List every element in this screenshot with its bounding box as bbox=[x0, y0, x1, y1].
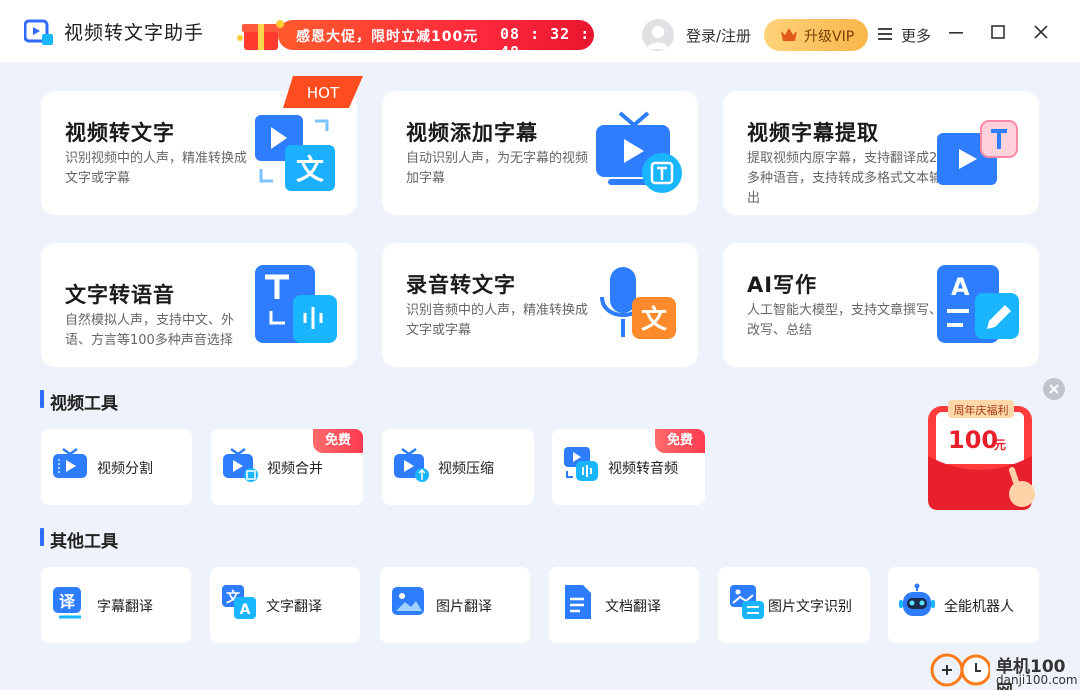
gift-icon bbox=[237, 20, 284, 50]
tool-image-translate[interactable]: 图片翻译 bbox=[380, 567, 530, 643]
title-bar: 视频转文字助手 感恩大促，限时立减100元 08 : 32 : 48 登录/注册… bbox=[0, 0, 1080, 62]
promo-banner[interactable]: 感恩大促，限时立减100元 08 : 32 : 48 bbox=[230, 12, 596, 61]
card-ai-writing[interactable]: AI写作 人工智能大模型，支持文章撰写、改写、总结 A bbox=[723, 243, 1039, 367]
avatar[interactable] bbox=[642, 19, 674, 51]
card-desc: 识别音频中的人声，精准转换成文字或字幕 bbox=[406, 303, 589, 338]
tool-video-split[interactable]: 视频分割 bbox=[41, 429, 192, 505]
user-icon bbox=[647, 26, 669, 49]
svg-text:文: 文 bbox=[641, 304, 668, 335]
watermark-url: danji100.com bbox=[996, 673, 1078, 687]
app-title: 视频转文字助手 bbox=[64, 22, 205, 44]
tool-text-translate[interactable]: 文 A 文字翻译 bbox=[210, 567, 360, 643]
card-desc: 自然模拟人声，支持中文、外语、方言等100多种声音选择 bbox=[65, 313, 235, 348]
robot-icon bbox=[899, 583, 935, 616]
tool-label: 图片文字识别 bbox=[768, 599, 852, 615]
menu-icon[interactable] bbox=[878, 28, 892, 40]
card-add-subtitles[interactable]: 视频添加字幕 自动识别人声，为无字幕的视频加字幕 bbox=[382, 91, 698, 215]
free-badge: 免费 bbox=[313, 429, 363, 453]
hot-tag: HOT bbox=[283, 76, 363, 108]
close-icon[interactable] bbox=[1031, 22, 1051, 42]
tool-video-merge[interactable]: 视频合并 免费 bbox=[211, 429, 363, 505]
tool-video-compress[interactable]: 视频压缩 bbox=[382, 429, 534, 505]
tool-label: 文字翻译 bbox=[266, 599, 322, 615]
app-logo-icon bbox=[24, 19, 53, 45]
tool-all-in-one-robot[interactable]: 全能机器人 bbox=[888, 567, 1039, 643]
svg-text:A: A bbox=[951, 273, 970, 301]
vip-label: 升级VIP bbox=[804, 29, 855, 45]
tool-label: 视频分割 bbox=[97, 461, 153, 477]
video-split-icon bbox=[53, 447, 87, 478]
envelope-amount: 100 bbox=[948, 426, 999, 454]
card-desc: 提取视频内原字幕，支持翻译成20多种语音，支持转成多格式文本输出 bbox=[747, 151, 946, 206]
subtitle-extract-icon bbox=[937, 120, 1018, 185]
free-badge: 免费 bbox=[655, 429, 705, 453]
card-desc: 自动识别人声，为无字幕的视频加字幕 bbox=[406, 151, 589, 186]
video-compress-icon bbox=[394, 447, 429, 482]
svg-text:译: 译 bbox=[59, 592, 76, 611]
login-link[interactable]: 登录/注册 bbox=[686, 25, 751, 46]
tool-label: 视频压缩 bbox=[438, 461, 494, 477]
tool-subtitle-translate[interactable]: 译 字幕翻译 bbox=[41, 567, 191, 643]
text-to-speech-icon bbox=[255, 265, 337, 343]
promo-countdown: 08 : 32 : 48 bbox=[500, 25, 591, 61]
tool-label: 视频转音频 bbox=[608, 461, 678, 477]
red-envelope-promo[interactable]: 周年庆福利 100 元 bbox=[922, 396, 1052, 526]
video-to-text-icon: 文 bbox=[255, 115, 335, 191]
video-tools-title: 视频工具 bbox=[50, 394, 118, 414]
tool-document-translate[interactable]: 文档翻译 bbox=[549, 567, 699, 643]
other-tools-title: 其他工具 bbox=[50, 532, 118, 552]
video-to-audio-icon bbox=[564, 447, 598, 481]
card-title: AI写作 bbox=[747, 273, 818, 297]
minimize-icon[interactable] bbox=[946, 22, 966, 42]
tool-label: 视频合并 bbox=[267, 461, 323, 477]
microphone-icon: 文 bbox=[600, 267, 676, 339]
image-ocr-icon bbox=[730, 585, 764, 619]
image-translate-icon bbox=[392, 587, 424, 615]
tool-label: 字幕翻译 bbox=[97, 599, 153, 615]
upgrade-vip-button[interactable]: 升级VIP bbox=[764, 19, 868, 51]
ai-writing-icon: A bbox=[937, 265, 1019, 343]
hot-tag-text: HOT bbox=[307, 84, 340, 102]
card-desc: 识别视频中的人声，精准转换成文字或字幕 bbox=[65, 151, 248, 186]
card-text-to-speech[interactable]: 文字转语音 自然模拟人声，支持中文、外语、方言等100多种声音选择 bbox=[41, 243, 357, 367]
svg-text:文: 文 bbox=[296, 153, 324, 186]
subtitle-translate-icon: 译 bbox=[53, 587, 81, 619]
more-menu-label[interactable]: 更多 bbox=[901, 25, 931, 46]
video-merge-icon bbox=[223, 447, 258, 482]
card-title: 视频添加字幕 bbox=[406, 121, 538, 145]
svg-text:A: A bbox=[240, 602, 251, 618]
text-translate-icon: 文 A bbox=[222, 585, 256, 619]
card-subtitle-extract[interactable]: 视频字幕提取 提取视频内原字幕，支持翻译成20多种语音，支持转成多格式文本输出 bbox=[723, 91, 1039, 215]
tool-label: 文档翻译 bbox=[605, 599, 661, 615]
crown-icon bbox=[781, 28, 797, 41]
promo-text: 感恩大促，限时立减100元 bbox=[296, 29, 479, 45]
card-title: 视频转文字 bbox=[65, 121, 175, 145]
envelope-unit: 元 bbox=[994, 438, 1007, 452]
tv-subtitle-icon bbox=[596, 111, 682, 193]
site-logo-icon bbox=[930, 653, 990, 687]
document-icon bbox=[565, 585, 591, 619]
tool-label: 图片翻译 bbox=[436, 599, 492, 615]
tool-label: 全能机器人 bbox=[944, 599, 1014, 615]
card-audio-to-text[interactable]: 录音转文字 识别音频中的人声，精准转换成文字或字幕 文 bbox=[382, 243, 698, 367]
card-title: 文字转语音 bbox=[65, 283, 175, 307]
tool-image-ocr[interactable]: 图片文字识别 bbox=[718, 567, 870, 643]
envelope-ribbon: 周年庆福利 bbox=[953, 404, 1009, 417]
card-video-to-text[interactable]: 视频转文字 识别视频中的人声，精准转换成文字或字幕 文 bbox=[41, 91, 357, 215]
card-title: 录音转文字 bbox=[406, 273, 516, 297]
card-title: 视频字幕提取 bbox=[747, 121, 879, 145]
tool-video-to-audio[interactable]: 视频转音频 免费 bbox=[552, 429, 705, 505]
card-desc: 人工智能大模型，支持文章撰写、改写、总结 bbox=[747, 303, 943, 338]
maximize-icon[interactable] bbox=[988, 22, 1008, 42]
